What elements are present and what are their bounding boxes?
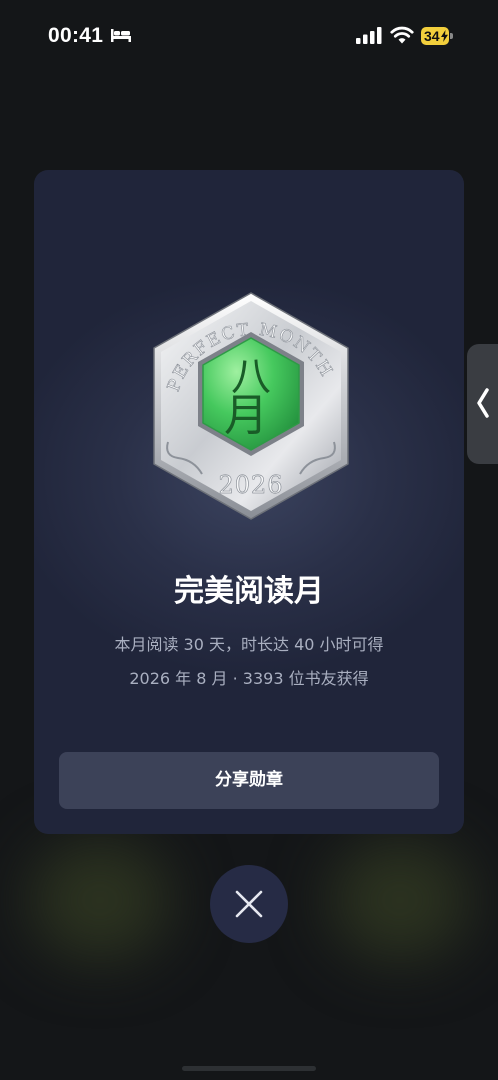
side-drawer-handle[interactable] — [467, 344, 498, 464]
battery-charging-icon — [441, 30, 448, 42]
badge-title: 完美阅读月 — [174, 574, 324, 609]
bed-icon — [111, 29, 131, 42]
battery-level: 34 — [424, 28, 440, 44]
battery-indicator: 34 — [421, 27, 449, 45]
badge-requirement: 本月阅读 30 天，时长达 40 小时可得 — [114, 635, 384, 654]
wifi-icon — [390, 26, 414, 44]
badge-year: 2026 — [218, 471, 283, 499]
background-blur-left — [30, 840, 170, 960]
status-bar: 00:41 34 — [0, 0, 498, 72]
chevron-left-icon — [477, 388, 489, 418]
status-time: 00:41 — [48, 24, 104, 47]
share-badge-button[interactable]: 分享勋章 — [59, 752, 439, 809]
close-icon — [235, 890, 263, 918]
battery-cap — [450, 33, 453, 39]
badge-glyph-bottom: 月 — [224, 390, 268, 441]
badge-card: PERFECT MONTH 八 月 2026 完美阅读月 本月阅读 30 天，时… — [34, 170, 464, 834]
close-button[interactable] — [210, 865, 288, 943]
background-blur-right — [330, 840, 470, 960]
signal-icon — [356, 27, 382, 44]
perfect-month-badge-icon: PERFECT MONTH 八 月 2026 — [153, 292, 349, 520]
home-indicator[interactable] — [182, 1066, 316, 1071]
badge-earned-stats: 2026 年 8 月 · 3393 位书友获得 — [129, 669, 369, 688]
